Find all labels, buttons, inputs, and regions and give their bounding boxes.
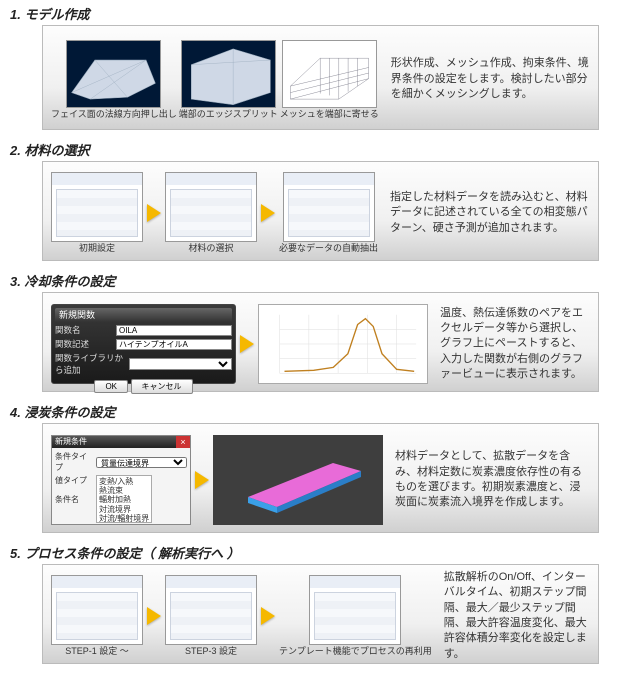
condition-type-select[interactable]: 質量伝達境界 — [96, 457, 187, 468]
list-item[interactable]: 熱流束 — [99, 486, 149, 495]
render-view — [213, 435, 383, 525]
arrow-icon — [147, 204, 161, 222]
cancel-button[interactable]: キャンセル — [131, 379, 193, 394]
thumbnail-col: メッシュを端部に寄せる — [280, 40, 379, 120]
section-title: 1. モデル作成 — [0, 0, 629, 25]
thumbnail-col: テンプレート機能でプロセスの再利用 — [279, 575, 432, 657]
thumbnail-image — [66, 40, 161, 108]
thumbnail-image — [282, 40, 377, 108]
thumbnail-row: 新規条件 × 条件タイプ 質量伝達境界 条件名 変熱/入熱 熱流束 — [51, 435, 383, 525]
section-heading: プロセス条件の設定（ 解析実行へ ） — [24, 546, 239, 561]
section-description: 温度、熱伝達係数のペアをエクセルデータ等から選択し、グラフ上にペーストすると、入… — [434, 306, 590, 383]
section-panel: 初期設定 材料の選択 必要なデータの自動抽出 指定した材料データを読み込むと、材… — [42, 161, 599, 261]
thumbnail-caption: 必要なデータの自動抽出 — [279, 244, 378, 254]
section-heading: 冷却条件の設定 — [24, 274, 115, 289]
thumbnail-image — [181, 40, 276, 108]
section-number: 1. — [10, 7, 21, 22]
thumbnail-row: STEP-1 設定 ～ STEP-3 設定 テンプレート機能でプロセスの再利用 — [51, 575, 432, 657]
thumbnail-col: STEP-3 設定 — [165, 575, 257, 657]
new-function-dialog: 新規関数 関数名 関数記述 関数ライブラリから追加 OK キャンセル — [51, 304, 236, 384]
arrow-icon — [261, 204, 275, 222]
field-label: 関数記述 — [55, 338, 112, 350]
thumbnail-image — [165, 172, 257, 242]
thumbnail-col: フェイス面の法線方向押し出し — [51, 40, 177, 120]
section-heading: モデル作成 — [24, 7, 89, 22]
dialog-title: 新規関数 — [55, 308, 232, 322]
thumbnail-image — [283, 172, 375, 242]
field-label: 関数名 — [55, 324, 112, 336]
condition-options-list[interactable]: 変熱/入熱 熱流束 輻射加熱 対流境界 対流/輻射境界 時間変化温度 初期対流温… — [96, 475, 152, 523]
section-description: 拡散解析のOn/Off、インターバルタイム、初期ステップ間隔、最大／最少ステップ… — [438, 570, 590, 662]
section-title: 3. 冷却条件の設定 — [0, 267, 629, 292]
section-description: 形状作成、メッシュ作成、拘束条件、境界条件の設定をします。検討したい部分を細かく… — [385, 56, 590, 102]
thumbnail-image — [51, 172, 143, 242]
section-model-creation: 1. モデル作成 フェイス面の法線方向押し出し — [0, 0, 629, 130]
section-material-selection: 2. 材料の選択 初期設定 材料の選択 必要なデータの自動抽出 指定した材料デー… — [0, 136, 629, 261]
arrow-icon — [261, 607, 275, 625]
new-condition-dialog: 新規条件 × 条件タイプ 質量伝達境界 条件名 変熱/入熱 熱流束 — [51, 435, 191, 525]
thumbnail-image — [309, 575, 401, 645]
dialog-title: 新規条件 — [52, 436, 190, 448]
section-title: 5. プロセス条件の設定（ 解析実行へ ） — [0, 539, 629, 564]
thumbnail-caption: テンプレート機能でプロセスの再利用 — [279, 647, 432, 657]
section-carburizing-conditions: 4. 浸炭条件の設定 新規条件 × 条件タイプ 質量伝達境界 条件名 — [0, 398, 629, 533]
thumbnail-col: 必要なデータの自動抽出 — [279, 172, 378, 254]
thumbnail-row: 新規関数 関数名 関数記述 関数ライブラリから追加 OK キャンセル — [51, 304, 428, 384]
section-cooling-conditions: 3. 冷却条件の設定 新規関数 関数名 関数記述 関数ライブラリから追加 — [0, 267, 629, 392]
library-select[interactable] — [129, 358, 232, 370]
thumbnail-caption: フェイス面の法線方向押し出し — [51, 110, 177, 120]
thumbnail-caption: STEP-3 設定 — [185, 647, 237, 657]
arrow-icon — [240, 335, 254, 353]
section-process-conditions: 5. プロセス条件の設定（ 解析実行へ ） STEP-1 設定 ～ STEP-3… — [0, 539, 629, 664]
thumbnail-image — [165, 575, 257, 645]
ok-button[interactable]: OK — [94, 380, 128, 393]
list-item[interactable]: 輻射加熱 — [99, 495, 149, 504]
section-panel: フェイス面の法線方向押し出し 端部のエッジスプリット — [42, 25, 599, 130]
list-item[interactable]: 対流/輻射境界 — [99, 514, 149, 523]
section-number: 2. — [10, 143, 21, 158]
arrow-icon — [147, 607, 161, 625]
thumbnail-col: 端部のエッジスプリット — [179, 40, 278, 120]
thumbnail-col: STEP-1 設定 ～ — [51, 575, 143, 657]
thumbnail-caption: 初期設定 — [79, 244, 115, 254]
thumbnail-row: フェイス面の法線方向押し出し 端部のエッジスプリット — [51, 40, 379, 120]
section-description: 材料データとして、拡散データを含み、材料定数に炭素濃度依存性の有るものを選びます… — [389, 449, 590, 511]
list-item[interactable]: 変熱/入熱 — [99, 477, 149, 486]
function-desc-input[interactable] — [116, 339, 232, 350]
thumbnail-caption: 端部のエッジスプリット — [179, 110, 278, 120]
arrow-icon — [195, 471, 209, 489]
section-heading: 材料の選択 — [24, 143, 89, 158]
list-item[interactable]: 対流境界 — [99, 505, 149, 514]
thumbnail-row: 初期設定 材料の選択 必要なデータの自動抽出 — [51, 172, 378, 254]
section-description: 指定した材料データを読み込むと、材料データに記述されている全ての相変態パターン、… — [384, 190, 590, 236]
field-label: 関数ライブラリから追加 — [55, 352, 125, 376]
thumbnail-image — [51, 575, 143, 645]
section-heading: 浸炭条件の設定 — [24, 405, 115, 420]
section-panel: STEP-1 設定 ～ STEP-3 設定 テンプレート機能でプロセスの再利用 … — [42, 564, 599, 664]
thumbnail-caption: メッシュを端部に寄せる — [280, 110, 379, 120]
section-panel: 新規条件 × 条件タイプ 質量伝達境界 条件名 変熱/入熱 熱流束 — [42, 423, 599, 533]
thumbnail-col: 初期設定 — [51, 172, 143, 254]
close-icon[interactable]: × — [176, 436, 190, 448]
function-name-input[interactable] — [116, 325, 232, 336]
thumbnail-caption: STEP-1 設定 ～ — [65, 647, 129, 657]
field-label: 条件名 — [55, 494, 93, 505]
section-number: 3. — [10, 274, 21, 289]
section-title: 2. 材料の選択 — [0, 136, 629, 161]
section-number: 5. — [10, 546, 21, 561]
thumbnail-col: 材料の選択 — [165, 172, 257, 254]
thumbnail-caption: 材料の選択 — [188, 244, 233, 254]
field-label: 条件タイプ — [55, 451, 93, 473]
section-title: 4. 浸炭条件の設定 — [0, 398, 629, 423]
graph-view — [258, 304, 428, 384]
section-number: 4. — [10, 405, 21, 420]
section-panel: 新規関数 関数名 関数記述 関数ライブラリから追加 OK キャンセル — [42, 292, 599, 392]
field-label: 値タイプ — [55, 475, 93, 486]
